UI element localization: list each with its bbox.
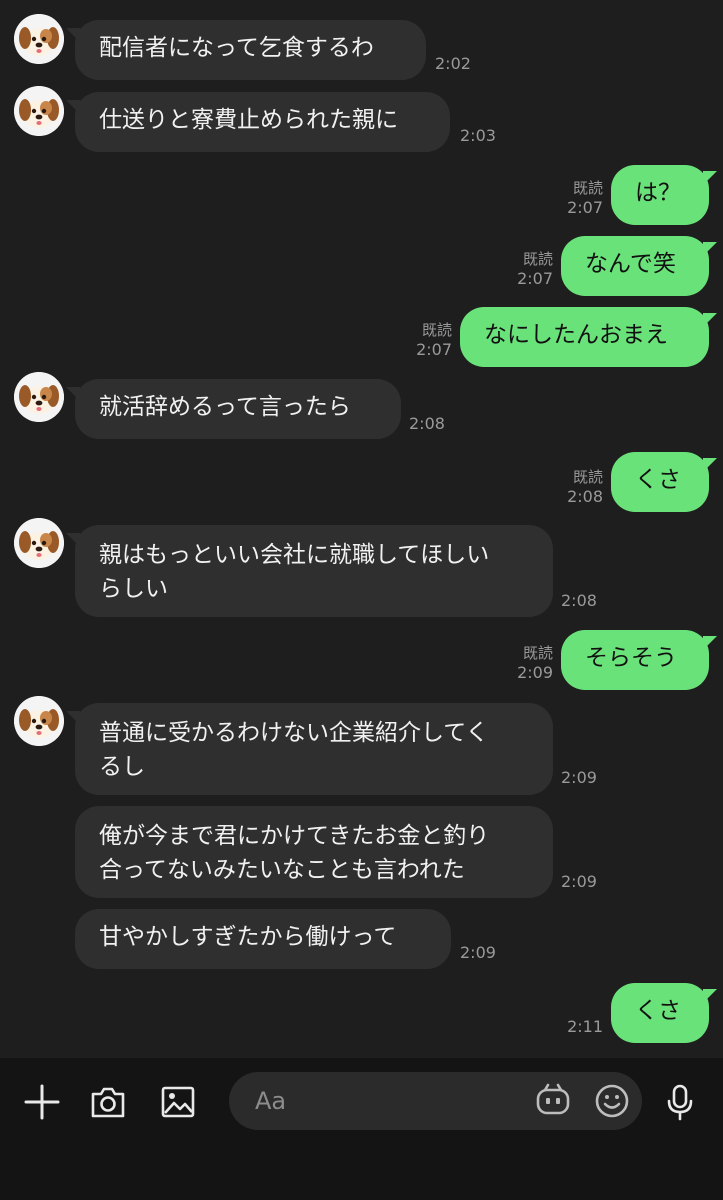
camera-icon[interactable] xyxy=(86,1080,130,1124)
message-meta: 既読 2:08 xyxy=(567,467,603,507)
message-meta: 2:08 xyxy=(409,414,445,434)
outgoing-message-bubble[interactable]: は？ xyxy=(611,165,717,225)
outgoing-message-bubble[interactable]: なにしたんおまえ xyxy=(460,307,717,367)
message-time: 2:09 xyxy=(517,663,553,682)
message-time: 2:03 xyxy=(460,126,496,145)
outgoing-message-bubble[interactable]: くさ xyxy=(611,983,717,1043)
message-meta: 2:11 xyxy=(567,1017,603,1037)
read-receipt: 既読 xyxy=(522,644,553,662)
read-receipt: 既読 xyxy=(522,250,553,268)
message-meta: 既読 2:07 xyxy=(517,249,553,289)
message-time: 2:09 xyxy=(460,943,496,962)
incoming-message-bubble[interactable]: 配信者になって乞食するわ xyxy=(66,20,426,80)
image-icon[interactable] xyxy=(156,1080,200,1124)
read-receipt: 既読 xyxy=(421,321,452,339)
sticker-icon[interactable] xyxy=(531,1079,575,1123)
message-meta: 2:09 xyxy=(561,872,597,892)
chat-area[interactable]: 配信者になって乞食するわ 2:02 仕送りと寮費止められた親に 2:03 既読 2… xyxy=(0,0,723,1058)
emoji-icon[interactable] xyxy=(590,1079,634,1123)
read-receipt: 既読 xyxy=(572,468,603,486)
message-time: 2:11 xyxy=(567,1017,603,1036)
outgoing-message-bubble[interactable]: なんで笑 xyxy=(561,236,717,296)
message-input[interactable]: Aa xyxy=(229,1072,642,1130)
message-time: 2:02 xyxy=(435,54,471,73)
incoming-message-bubble[interactable]: 甘やかしすぎたから働けって xyxy=(75,909,451,969)
outgoing-message-bubble[interactable]: くさ xyxy=(611,452,717,512)
read-receipt: 既読 xyxy=(572,179,603,197)
message-meta: 既読 2:07 xyxy=(416,320,452,360)
message-time: 2:08 xyxy=(567,487,603,506)
message-time: 2:07 xyxy=(567,198,603,217)
message-meta: 2:09 xyxy=(561,768,597,788)
message-time: 2:08 xyxy=(409,414,445,433)
dog-avatar-icon[interactable] xyxy=(14,518,64,568)
message-meta: 既読 2:09 xyxy=(517,643,553,683)
dog-avatar-icon[interactable] xyxy=(14,372,64,422)
message-meta: 既読 2:07 xyxy=(567,178,603,218)
message-meta: 2:02 xyxy=(435,54,471,74)
microphone-icon[interactable] xyxy=(658,1080,702,1124)
message-time: 2:07 xyxy=(517,269,553,288)
incoming-message-bubble[interactable]: 就活辞めるって言ったら xyxy=(66,379,401,439)
message-time: 2:09 xyxy=(561,768,597,787)
dog-avatar-icon[interactable] xyxy=(14,14,64,64)
incoming-message-bubble[interactable]: 親はもっといい会社に就職してほしい らしい xyxy=(66,525,553,617)
message-meta: 2:03 xyxy=(460,126,496,146)
incoming-message-bubble[interactable]: 仕送りと寮費止められた親に xyxy=(66,92,450,152)
dog-avatar-icon[interactable] xyxy=(14,696,64,746)
message-meta: 2:08 xyxy=(561,591,597,611)
message-time: 2:08 xyxy=(561,591,597,610)
dog-avatar-icon[interactable] xyxy=(14,86,64,136)
incoming-message-bubble[interactable]: 普通に受かるわけない企業紹介してく るし xyxy=(66,703,553,795)
outgoing-message-bubble[interactable]: そらそう xyxy=(561,630,717,690)
message-time: 2:07 xyxy=(416,340,452,359)
message-meta: 2:09 xyxy=(460,943,496,963)
message-time: 2:09 xyxy=(561,872,597,891)
plus-icon[interactable] xyxy=(20,1080,64,1124)
incoming-message-bubble[interactable]: 俺が今まで君にかけてきたお金と釣り 合ってないみたいなことも言われた xyxy=(75,806,553,898)
